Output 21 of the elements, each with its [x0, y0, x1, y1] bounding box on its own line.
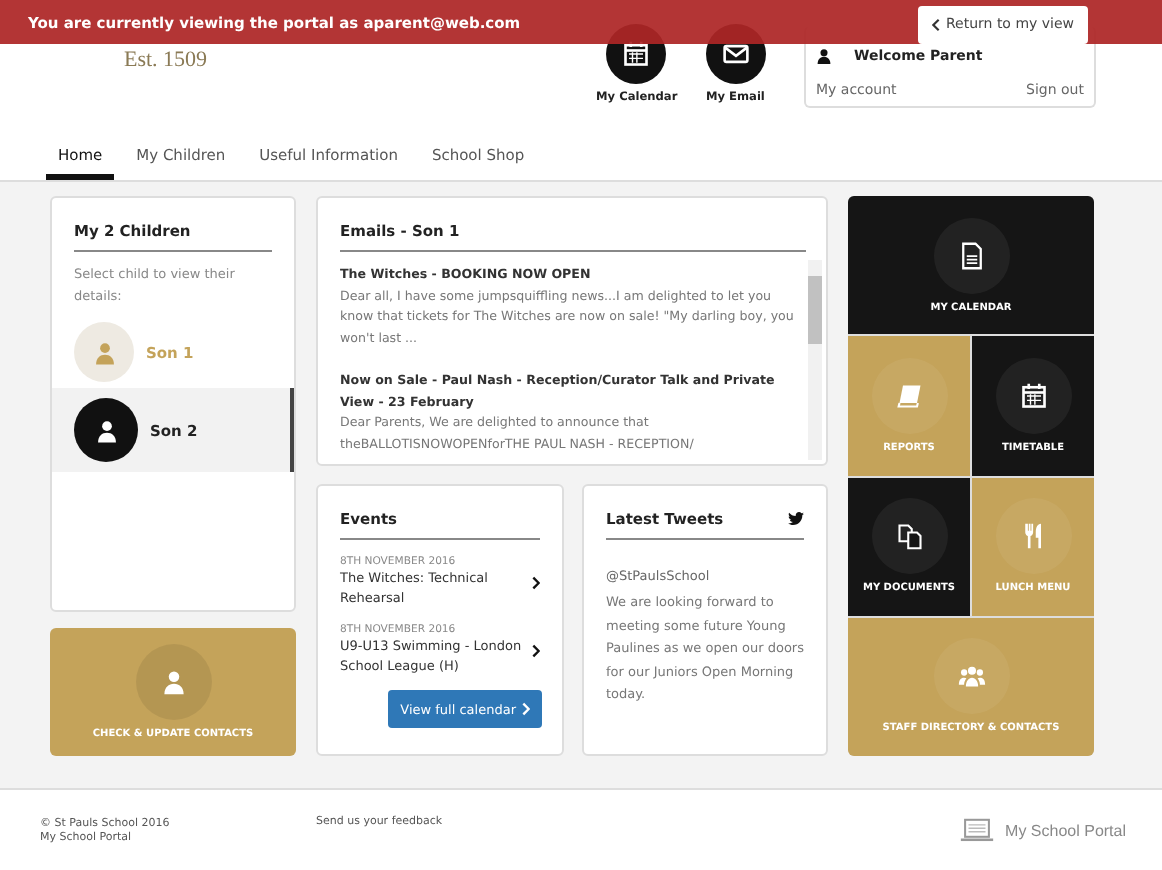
book-icon: [895, 381, 923, 410]
bird-icon: [788, 511, 804, 525]
person-icon: [93, 417, 119, 443]
school-established-text: Est. 1509: [122, 48, 210, 72]
brand-text: My School Portal: [1005, 821, 1126, 839]
chevron-left-icon: [931, 17, 940, 31]
user-icon: [816, 48, 832, 64]
chevron-right-icon: [532, 643, 540, 657]
documents-icon: [895, 522, 923, 551]
person-icon: [91, 339, 117, 365]
scrollbar[interactable]: [808, 260, 822, 460]
laptop-icon: [959, 818, 994, 842]
people-icon: [957, 662, 985, 691]
calendar-icon: [622, 40, 651, 68]
document-icon: [957, 241, 985, 270]
person-icon: [159, 668, 187, 696]
cutlery-icon: [1019, 522, 1047, 551]
chevron-right-icon: [532, 575, 540, 589]
envelope-icon: [721, 40, 750, 68]
chevron-right-icon: [522, 702, 530, 716]
calendar-icon: [1019, 381, 1047, 410]
